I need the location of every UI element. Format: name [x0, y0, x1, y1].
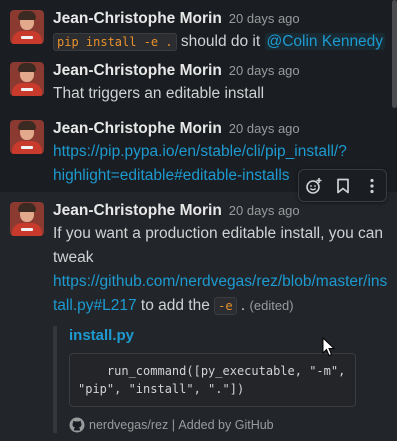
link-line[interactable]: https://pip.pypa.io/en/stable/cli/pip_in…: [53, 140, 397, 164]
message-line: If you want a production editable instal…: [53, 225, 384, 242]
inline-code: -e: [214, 297, 237, 315]
code-line: run_command([py_executable, "-m",: [78, 364, 346, 378]
avatar[interactable]: [10, 202, 44, 236]
unfurl-footer: nerdvegas/rez | Added by GitHub: [69, 417, 397, 433]
added-by: Added by GitHub: [178, 418, 274, 432]
message: Jean-Christophe Morin 20 days ago pip in…: [0, 0, 397, 54]
message-text: That triggers an editable install: [53, 85, 265, 102]
add-reaction-icon: [305, 177, 321, 194]
timestamp[interactable]: 20 days ago: [229, 8, 300, 30]
author-name[interactable]: Jean-Christophe Morin: [53, 60, 222, 82]
github-link[interactable]: https://github.com/nerdvegas/rez/blob/ma…: [53, 270, 397, 294]
github-link[interactable]: tall.py#L217: [53, 297, 137, 314]
message: Jean-Christophe Morin 20 days ago If you…: [0, 192, 397, 441]
more-actions-button[interactable]: [359, 173, 385, 199]
timestamp[interactable]: 20 days ago: [229, 200, 300, 222]
separator: |: [168, 418, 179, 432]
code-snippet: run_command([py_executable, "-m", "pip", …: [69, 353, 356, 407]
user-mention[interactable]: @Colin Kennedy: [264, 33, 386, 50]
message-actions-toolbar: [298, 169, 387, 202]
unfurl-title[interactable]: install.py: [69, 326, 397, 346]
message-line: tweak: [53, 249, 94, 266]
mouse-cursor-icon: [322, 337, 336, 357]
timestamp[interactable]: 20 days ago: [229, 118, 300, 140]
message-fragment: .: [236, 297, 250, 314]
author-name[interactable]: Jean-Christophe Morin: [53, 118, 222, 140]
more-actions-icon: [369, 178, 374, 193]
avatar[interactable]: [10, 10, 44, 44]
edited-label: (edited): [249, 298, 294, 313]
link-unfurl: install.py run_command([py_executable, "…: [53, 326, 397, 433]
avatar[interactable]: [10, 62, 44, 96]
author-name[interactable]: Jean-Christophe Morin: [53, 8, 222, 30]
timestamp[interactable]: 20 days ago: [229, 60, 300, 82]
github-icon: [69, 417, 85, 433]
avatar[interactable]: [10, 120, 44, 154]
inline-code: pip install -e .: [53, 33, 177, 51]
code-line: "pip", "install", "."]): [78, 382, 245, 396]
message-fragment: to add the: [136, 297, 215, 314]
message-text: pip install -e . should do it @Colin Ken…: [53, 30, 397, 54]
author-name[interactable]: Jean-Christophe Morin: [53, 200, 222, 222]
bookmark-icon: [336, 178, 349, 193]
message-text: If you want a production editable instal…: [53, 222, 397, 318]
message-fragment: should do it: [176, 33, 265, 50]
unfurl-source[interactable]: nerdvegas/rez: [89, 418, 168, 432]
add-reaction-button[interactable]: [301, 173, 327, 199]
save-button[interactable]: [330, 173, 356, 199]
message: Jean-Christophe Morin 20 days ago That t…: [0, 52, 397, 106]
